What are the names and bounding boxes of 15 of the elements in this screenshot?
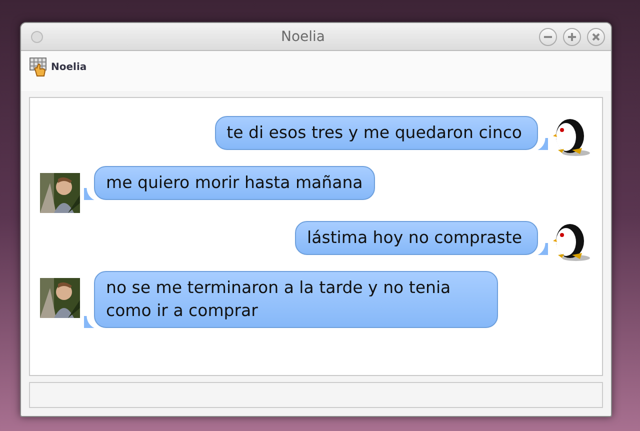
message-bubble: me quiero morir hasta mañana <box>84 166 375 200</box>
keyboard-hand-icon <box>29 57 49 77</box>
window-title: Noelia <box>280 28 326 44</box>
message-input[interactable] <box>29 382 603 408</box>
penguin-icon <box>552 221 592 263</box>
penguin-icon <box>552 116 592 158</box>
message-bubble: no se me terminaron a la tarde y no tenia como ir a comprar <box>84 271 498 328</box>
plus-icon <box>567 32 577 42</box>
close-icon <box>591 32 601 42</box>
minimize-button[interactable] <box>539 28 557 46</box>
contact-button[interactable]: Noelia <box>29 57 87 77</box>
message-bubble: te di esos tres y me quedaron cinco <box>214 116 548 150</box>
maximize-button[interactable] <box>563 28 581 46</box>
message-bubble: lástima hoy no compraste <box>295 221 548 255</box>
close-button[interactable] <box>587 28 605 46</box>
